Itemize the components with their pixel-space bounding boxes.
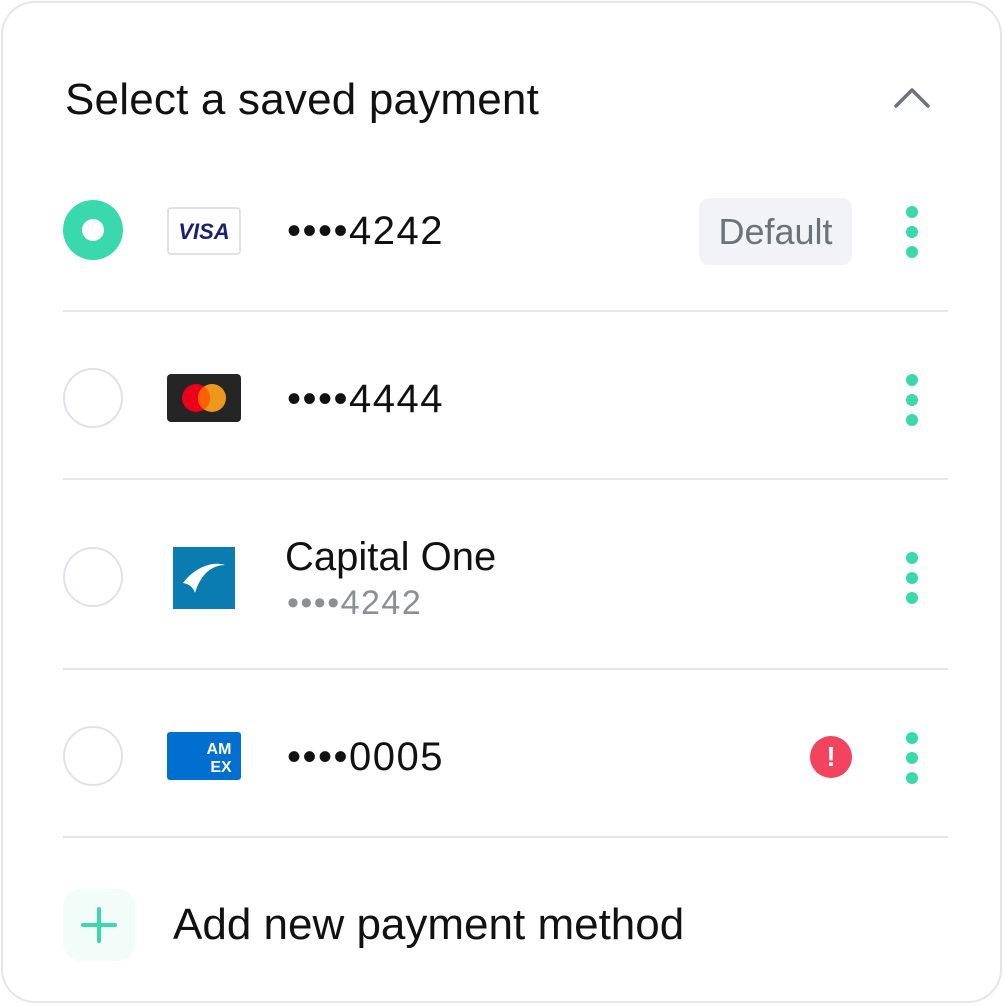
- page-title: Select a saved payment: [65, 75, 540, 124]
- bank-name: Capital One: [285, 535, 497, 579]
- default-badge: Default: [699, 198, 852, 265]
- mastercard-logo: [167, 374, 241, 422]
- radio-unselected[interactable]: [63, 547, 123, 607]
- plus-icon: [81, 907, 117, 943]
- chevron-up-icon[interactable]: [891, 79, 933, 119]
- card-number: ••••4444: [287, 377, 444, 421]
- svg-text:VISA: VISA: [178, 219, 229, 244]
- svg-text:AM: AM: [207, 741, 232, 758]
- more-options-icon[interactable]: [898, 204, 926, 260]
- radio-unselected[interactable]: [63, 368, 123, 428]
- account-number: ••••4242: [287, 584, 423, 622]
- radio-selected[interactable]: [63, 200, 123, 260]
- payment-card: Select a saved payment VISA ••••4242 Def…: [1, 1, 1002, 1003]
- alert-icon[interactable]: !: [810, 736, 852, 778]
- divider: [63, 310, 948, 312]
- divider: [63, 668, 948, 670]
- plus-button[interactable]: [63, 889, 135, 961]
- card-number: ••••4242: [287, 209, 444, 253]
- add-payment-label: Add new payment method: [173, 900, 685, 949]
- card-number: ••••0005: [287, 735, 444, 779]
- capital-one-logo: [173, 547, 235, 609]
- svg-text:EX: EX: [210, 759, 232, 776]
- more-options-icon[interactable]: [898, 730, 926, 786]
- visa-logo: VISA: [167, 207, 241, 255]
- more-options-icon[interactable]: [898, 372, 926, 428]
- divider: [63, 836, 948, 838]
- amex-logo: AM EX: [167, 732, 241, 780]
- radio-unselected[interactable]: [63, 726, 123, 786]
- more-options-icon[interactable]: [898, 550, 926, 606]
- divider: [63, 478, 948, 480]
